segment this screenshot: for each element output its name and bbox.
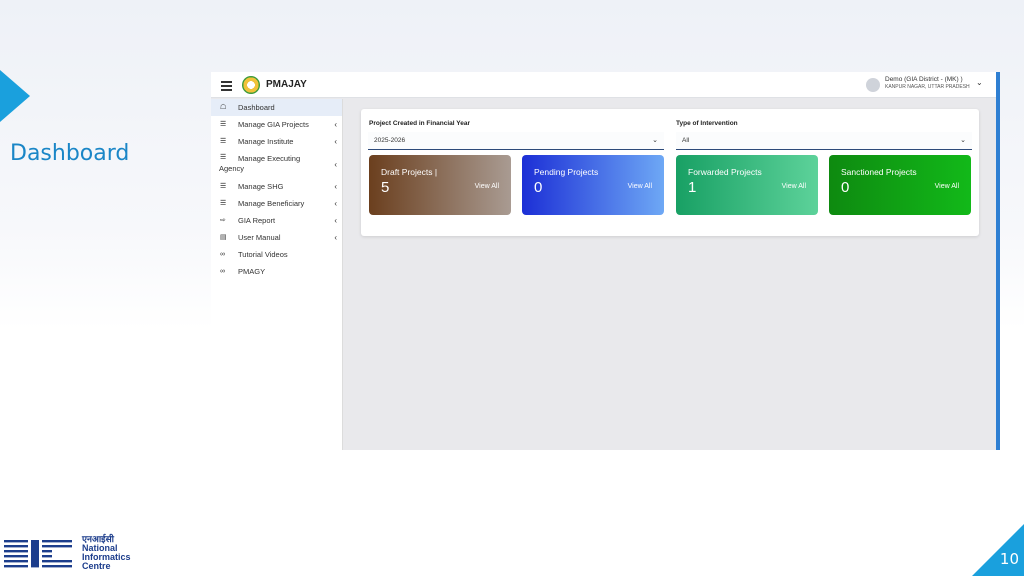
link-icon: ∞ bbox=[220, 251, 225, 258]
sidebar-item-label: Manage Beneficiary bbox=[238, 199, 305, 208]
brand-name: PMAJAY bbox=[266, 79, 307, 90]
view-all-link[interactable]: View All bbox=[628, 183, 652, 190]
tile-title: Draft Projects | bbox=[381, 167, 438, 177]
nic-logo-mark bbox=[4, 540, 72, 568]
list-icon: ☰ bbox=[220, 154, 227, 161]
sidebar-item-label: User Manual bbox=[238, 233, 281, 242]
sidebar-item-label: GIA Report bbox=[238, 216, 276, 225]
draft-projects-tile[interactable]: Draft Projects | 5 View All bbox=[369, 155, 511, 215]
chevron-left-icon: ‹ bbox=[334, 160, 337, 169]
chevron-left-icon: ‹ bbox=[334, 233, 337, 242]
chevron-left-icon: ‹ bbox=[334, 199, 337, 208]
document-icon: ▤ bbox=[220, 234, 227, 241]
chevron-down-icon: ⌄ bbox=[652, 137, 658, 144]
list-icon: ☰ bbox=[220, 121, 227, 128]
nic-logo: एनआईसी National Informatics Centre bbox=[4, 534, 134, 574]
chevron-left-icon: ‹ bbox=[334, 137, 337, 146]
link-icon: ∞ bbox=[220, 268, 225, 275]
tile-count: 0 bbox=[841, 179, 850, 196]
sidebar-item-tutorial-videos[interactable]: ∞ Tutorial Videos bbox=[211, 246, 342, 263]
menu-icon[interactable] bbox=[221, 81, 232, 93]
sidebar-item-manage-shg[interactable]: ☰ Manage SHG ‹ bbox=[211, 178, 342, 195]
view-all-link[interactable]: View All bbox=[782, 183, 806, 190]
sidebar-item-label: Manage Institute bbox=[238, 137, 294, 146]
sidebar-item-gia-report[interactable]: ⇨ GIA Report ‹ bbox=[211, 212, 342, 229]
list-icon: ☰ bbox=[220, 138, 227, 145]
page-number: 10 bbox=[999, 550, 1019, 568]
sidebar-item-label: Manage SHG bbox=[238, 182, 284, 191]
chevron-down-icon[interactable]: ⌄ bbox=[976, 78, 983, 87]
sidebar-item-dashboard[interactable]: ☖ Dashboard bbox=[211, 99, 342, 116]
sidebar-item-manage-institute[interactable]: ☰ Manage Institute ‹ bbox=[211, 133, 342, 150]
home-icon: ☖ bbox=[220, 104, 227, 111]
tile-count: 5 bbox=[381, 179, 390, 196]
intervention-select[interactable]: All ⌄ bbox=[676, 132, 972, 150]
sidebar-item-label: PMAGY bbox=[238, 267, 266, 276]
chevron-left-icon: ‹ bbox=[334, 182, 337, 191]
pmajay-logo-icon bbox=[242, 76, 260, 94]
user-name[interactable]: Demo (GIA District - (MK) ) bbox=[885, 76, 963, 83]
sidebar-item-label: Dashboard bbox=[238, 103, 275, 112]
slide-arrow-decoration bbox=[0, 70, 30, 122]
sidebar-item-label: Manage Executing bbox=[238, 154, 301, 163]
tile-title: Forwarded Projects bbox=[688, 167, 762, 177]
chevron-left-icon: ‹ bbox=[334, 120, 337, 129]
list-icon: ☰ bbox=[220, 200, 227, 207]
financial-year-value: 2025-2026 bbox=[374, 137, 406, 144]
report-icon: ⇨ bbox=[220, 217, 226, 224]
sidebar-item-label: Manage GIA Projects bbox=[238, 120, 309, 129]
financial-year-label: Project Created in Financial Year bbox=[369, 120, 471, 127]
tile-title: Pending Projects bbox=[534, 167, 599, 177]
intervention-value: All bbox=[682, 137, 690, 144]
list-icon: ☰ bbox=[220, 183, 227, 190]
forwarded-projects-tile[interactable]: Forwarded Projects 1 View All bbox=[676, 155, 818, 215]
dashboard-card: Project Created in Financial Year 2025-2… bbox=[361, 109, 979, 236]
sidebar-item-manage-beneficiary[interactable]: ☰ Manage Beneficiary ‹ bbox=[211, 195, 342, 212]
view-all-link[interactable]: View All bbox=[935, 183, 959, 190]
sidebar-item-label: Tutorial Videos bbox=[238, 250, 288, 259]
chevron-left-icon: ‹ bbox=[334, 216, 337, 225]
slide-title: Dashboard bbox=[10, 141, 130, 166]
intervention-label: Type of Intervention bbox=[676, 120, 738, 127]
user-location: KANPUR NAGAR, UTTAR PRADESH bbox=[885, 84, 970, 90]
sidebar: ☖ Dashboard ☰ Manage GIA Projects ‹ ☰ Ma… bbox=[211, 99, 343, 450]
user-avatar-icon[interactable] bbox=[866, 78, 880, 92]
tile-count: 0 bbox=[534, 179, 543, 196]
top-bar: PMAJAY Demo (GIA District - (MK) ) KANPU… bbox=[211, 72, 996, 98]
pending-projects-tile[interactable]: Pending Projects 0 View All bbox=[522, 155, 664, 215]
sidebar-item-pmagy[interactable]: ∞ PMAGY bbox=[211, 263, 342, 280]
sidebar-item-user-manual[interactable]: ▤ User Manual ‹ bbox=[211, 229, 342, 246]
nic-name-line3: Centre bbox=[82, 561, 111, 571]
view-all-link[interactable]: View All bbox=[475, 183, 499, 190]
tile-title: Sanctioned Projects bbox=[841, 167, 917, 177]
sidebar-item-manage-gia-projects[interactable]: ☰ Manage GIA Projects ‹ bbox=[211, 116, 342, 133]
app-window: PMAJAY Demo (GIA District - (MK) ) KANPU… bbox=[211, 72, 1000, 450]
sanctioned-projects-tile[interactable]: Sanctioned Projects 0 View All bbox=[829, 155, 971, 215]
sidebar-item-label-line2: Agency bbox=[219, 164, 245, 173]
chevron-down-icon: ⌄ bbox=[960, 137, 966, 144]
tile-count: 1 bbox=[688, 179, 697, 196]
sidebar-item-manage-executing-agency[interactable]: ☰ Manage Executing Agency ‹ bbox=[211, 150, 342, 178]
financial-year-select[interactable]: 2025-2026 ⌄ bbox=[368, 132, 664, 150]
